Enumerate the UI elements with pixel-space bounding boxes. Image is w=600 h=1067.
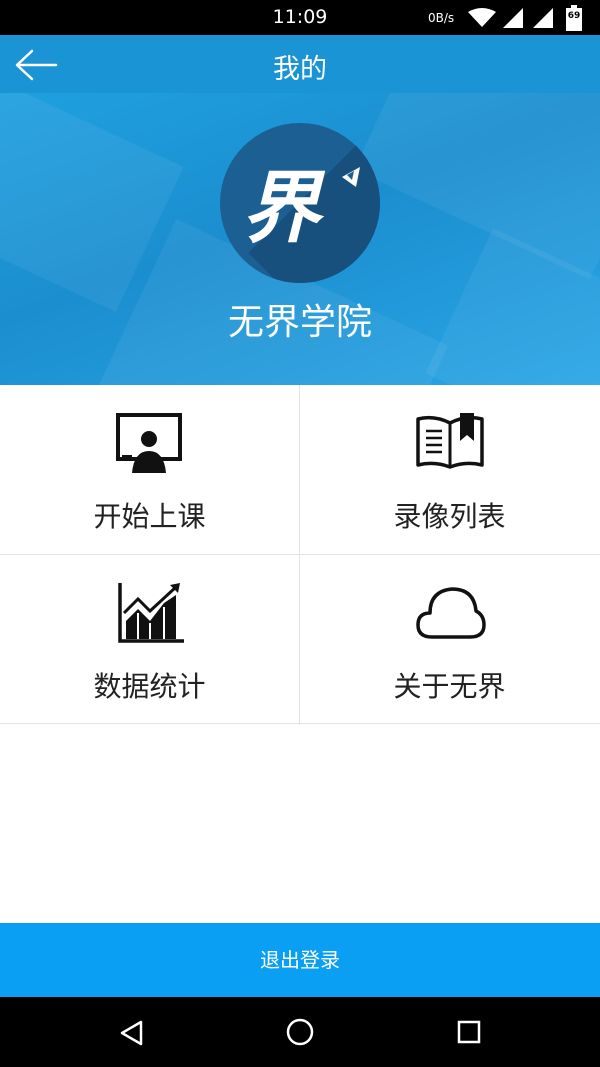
battery-level: 69 [567, 11, 581, 21]
net-speed: 0B/s [428, 11, 455, 25]
system-nav-bar [0, 997, 600, 1067]
cloud-icon [416, 587, 486, 639]
menu-label: 关于无界 [393, 670, 506, 703]
grid-divider-vertical [299, 385, 300, 725]
brand-logo-icon: 界 [242, 164, 360, 254]
menu-item-statistics[interactable]: 数据统计 [0, 555, 299, 724]
menu-label: 录像列表 [393, 500, 506, 533]
logo-text: 界 [242, 164, 326, 254]
menu-label: 开始上课 [93, 500, 206, 533]
nav-back-icon[interactable] [118, 1019, 146, 1047]
grid-divider-bottom [0, 723, 600, 724]
banner-facet [354, 93, 600, 280]
nav-recents-icon[interactable] [456, 1019, 482, 1045]
menu-item-start-class[interactable]: 开始上课 [0, 385, 299, 554]
logout-button[interactable]: 退出登录 [0, 923, 600, 997]
signal-icon-2 [533, 8, 553, 28]
grid-divider-horizontal [0, 554, 600, 555]
page-title: 我的 [273, 54, 327, 85]
menu-label: 数据统计 [93, 670, 206, 703]
avatar: 界 [220, 123, 380, 283]
profile-name: 无界学院 [227, 302, 372, 343]
signal-icon [503, 8, 523, 28]
menu-item-about[interactable]: 关于无界 [300, 555, 599, 724]
book-icon [416, 413, 484, 469]
app-bar: 我的 [0, 35, 600, 93]
menu-grid: 开始上课 录像列表 数据统计 关于无界 [0, 385, 600, 725]
status-bar: 11:09 0B/s 69 [0, 0, 600, 35]
chart-icon [118, 583, 184, 643]
presentation-icon [116, 413, 182, 473]
profile-banner: 界 无界学院 [0, 93, 600, 385]
nav-home-icon[interactable] [285, 1017, 315, 1047]
wifi-icon [468, 8, 496, 27]
menu-item-recordings[interactable]: 录像列表 [300, 385, 599, 554]
